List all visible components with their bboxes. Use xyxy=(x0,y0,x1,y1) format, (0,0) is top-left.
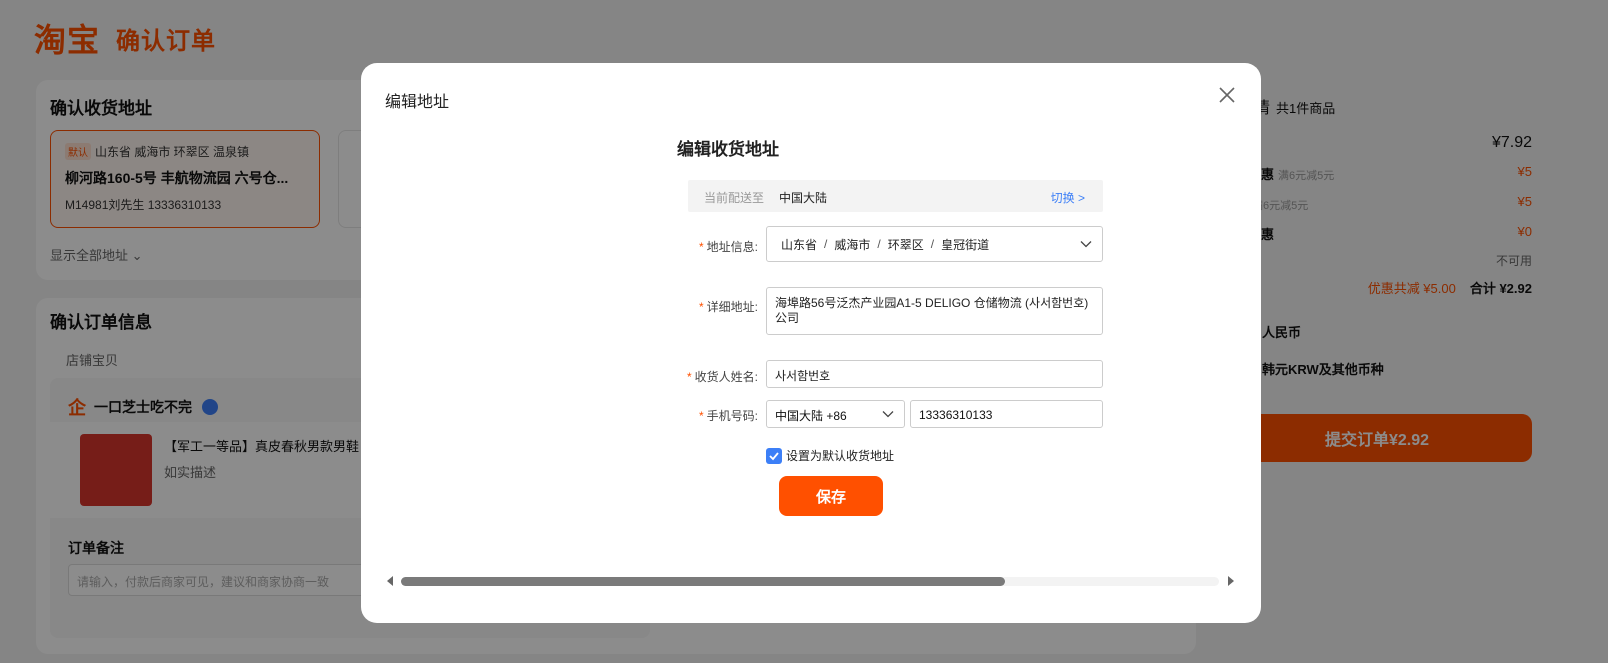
scroll-left-arrow-icon[interactable] xyxy=(387,576,393,586)
switch-region-link[interactable]: 切换 > xyxy=(1051,189,1085,206)
detail-address-textarea[interactable]: 海埠路56号泛杰产业园A1-5 DELIGO 仓储物流 (사서함번호) 公司 xyxy=(766,287,1103,335)
deliver-region-bar: 当前配送至 中国大陆 切换 > xyxy=(688,180,1103,212)
address-region-select[interactable]: 山东省 / 威海市 / 环翠区 / 皇冠街道 xyxy=(766,226,1103,262)
address-province: 山东省 xyxy=(781,237,818,252)
close-icon[interactable] xyxy=(1215,83,1239,107)
recipient-name-label: * 收货人姓名: xyxy=(686,370,758,384)
scrollbar-thumb[interactable] xyxy=(401,577,1005,586)
deliver-to-label: 当前配送至 xyxy=(704,191,765,205)
form-title: 编辑收货地址 xyxy=(677,140,779,159)
phone-number-input[interactable]: 13336310133 xyxy=(910,400,1103,428)
modal-title: 编辑地址 xyxy=(385,94,450,111)
deliver-to-value: 中国大陆 xyxy=(779,191,828,205)
scroll-right-arrow-icon[interactable] xyxy=(1228,576,1234,586)
check-icon xyxy=(769,451,779,460)
address-street: 皇冠街道 xyxy=(941,237,990,252)
horizontal-scrollbar[interactable] xyxy=(387,574,1234,588)
chevron-down-icon xyxy=(1080,241,1092,248)
default-address-label: 设置为默认收货地址 xyxy=(786,449,895,463)
chevron-down-icon xyxy=(882,411,894,418)
default-address-checkbox-row[interactable]: 设置为默认收货地址 xyxy=(766,447,894,464)
detail-address-label: * 详细地址: xyxy=(698,300,758,314)
phone-label: * 手机号码: xyxy=(698,409,758,423)
save-button[interactable]: 保存 xyxy=(779,476,883,516)
phone-country-select[interactable]: 中国大陆 +86 xyxy=(766,400,905,428)
address-info-label: * 地址信息: xyxy=(698,240,758,254)
address-district: 环翠区 xyxy=(887,237,924,252)
default-address-checkbox[interactable] xyxy=(766,447,782,464)
recipient-name-input[interactable]: 사서함번호 xyxy=(766,360,1103,388)
address-city: 威海市 xyxy=(834,237,871,252)
edit-address-modal: 编辑地址 编辑收货地址 当前配送至 中国大陆 切换 > * 地址信息: 山东省 /… xyxy=(361,63,1261,623)
